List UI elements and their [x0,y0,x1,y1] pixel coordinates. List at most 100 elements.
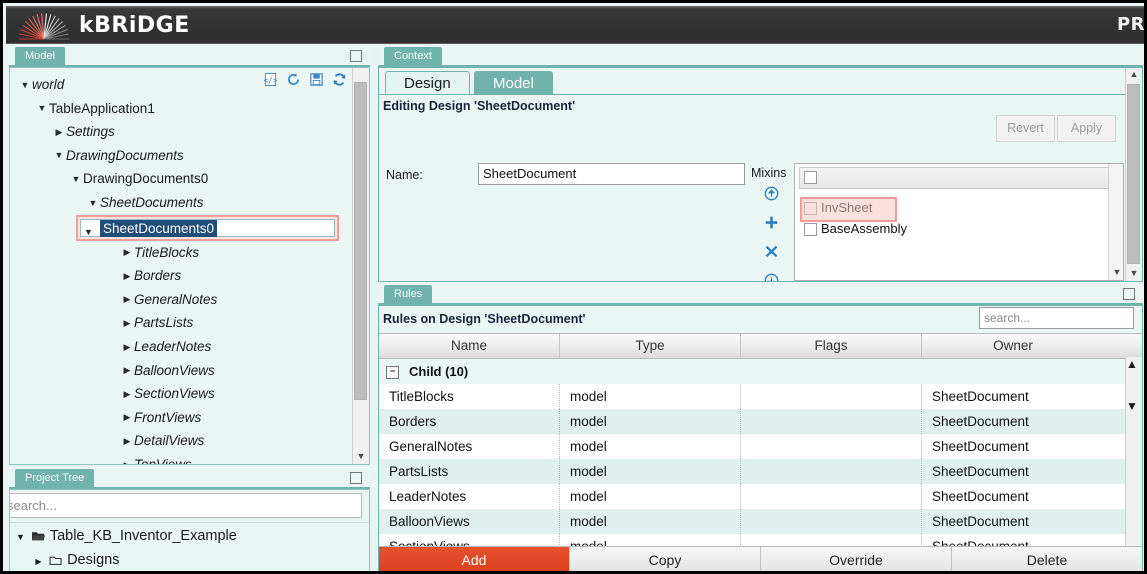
model-tree-scroll-thumb[interactable] [354,82,367,400]
tree-item-settings[interactable]: ▶ Settings [10,120,350,144]
project-maximize-icon[interactable] [350,472,362,484]
name-field-label: Name: [386,168,423,182]
rules-table-scrollbar[interactable]: ▲ ▼ [1125,357,1142,571]
override-button[interactable]: Override [761,547,952,571]
chevron-down-icon[interactable]: ▼ [35,97,49,121]
tree-item-sheetdocuments[interactable]: ▼ SheetDocuments [10,191,350,215]
chevron-down-icon[interactable]: ▼ [86,192,100,216]
mixins-scroll-down-icon[interactable]: ▼ [1109,266,1123,280]
tab-design[interactable]: Design [385,71,470,94]
chevron-down-icon[interactable]: ▼ [18,74,32,98]
context-scroll-thumb[interactable] [1127,84,1140,264]
tab-rules[interactable]: Rules [384,285,433,303]
mixin-checkbox-invsheet[interactable] [804,202,817,216]
context-scroll-up-icon[interactable]: ▲ [1126,68,1142,82]
tree-item-topviews[interactable]: ▶ TopViews [10,453,350,464]
tree-item-frontviews[interactable]: ▶ FrontViews [10,406,350,430]
tab-context[interactable]: Context [384,47,442,65]
project-search-input[interactable]: search... [10,493,362,518]
mixins-header-row[interactable] [799,167,1111,189]
table-row[interactable]: PartsLists model SheetDocument [379,459,1142,484]
rules-panel: Rules Rules on Design 'SheetDocument' se… [378,285,1143,571]
table-row[interactable]: GeneralNotes model SheetDocument [379,434,1142,459]
cell-flags [741,509,922,534]
tree-item-sectionviews[interactable]: ▶ SectionViews [10,382,350,406]
rules-scroll-up-icon[interactable]: ▲ [1126,357,1142,371]
chevron-right-icon[interactable]: ▶ [120,383,134,407]
tree-item-detailviews[interactable]: ▶ DetailViews [10,429,350,453]
tree-item-titleblocks[interactable]: ▶ TitleBlocks [10,241,350,265]
chevron-right-icon[interactable]: ▶ [120,265,134,289]
chevron-right-icon[interactable]: ▶ [120,430,134,454]
rules-column-name[interactable]: Name [379,334,560,358]
chevron-right-icon[interactable]: ▶ [120,359,134,383]
rules-column-flags[interactable]: Flags [741,334,922,358]
app-logo-text: kBRiDGE [79,12,190,38]
project-tree-item-root[interactable]: ▼ Table_KB_Inventor_Example [14,528,237,544]
chevron-right-icon[interactable]: ▶ [120,312,134,336]
revert-button[interactable]: Revert [996,115,1055,142]
apply-button[interactable]: Apply [1057,115,1116,142]
tab-model-context[interactable]: Model [474,71,553,94]
add-button[interactable]: Add [379,547,570,571]
remove-x-icon[interactable] [764,244,779,259]
chevron-right-icon[interactable]: ▶ [120,241,134,265]
mixin-row-invsheet[interactable]: InvSheet [804,200,872,216]
tree-item-borders[interactable]: ▶ Borders [10,264,350,288]
tab-model[interactable]: Model [15,47,65,65]
rules-column-owner[interactable]: Owner [922,334,1104,358]
chevron-right-icon[interactable]: ▶ [120,288,134,312]
tree-item-drawingdocuments0[interactable]: ▼ DrawingDocuments0 [10,167,350,191]
tab-project-tree[interactable]: Project Tree [15,469,95,487]
app-logo[interactable]: kBRiDGE [18,10,190,40]
tree-item-tableapplication1[interactable]: ▼ TableApplication1 [10,97,350,121]
chevron-right-icon[interactable]: ▶ [120,454,134,464]
tree-item-sheetdocuments0[interactable]: ▼ SheetDocuments0 [10,214,350,241]
chevron-down-icon[interactable]: ▼ [14,532,27,542]
rules-maximize-icon[interactable] [1123,288,1135,300]
rules-group-row[interactable]: − Child (10) [379,359,1142,384]
rules-search-input[interactable]: search... [979,307,1134,329]
tree-item-generalnotes[interactable]: ▶ GeneralNotes [10,288,350,312]
save-icon[interactable] [309,72,324,87]
table-row[interactable]: LeaderNotes model SheetDocument [379,484,1142,509]
table-row[interactable]: Borders model SheetDocument [379,409,1142,434]
rules-column-type[interactable]: Type [560,334,741,358]
history-icon[interactable] [286,72,301,87]
chevron-down-icon[interactable]: ▼ [52,144,66,168]
model-tree-scrollbar[interactable]: ▼ [352,68,369,464]
model-maximize-icon[interactable] [350,50,362,62]
model-tree-scroll-down-icon[interactable]: ▼ [353,450,369,464]
mixins-select-all-checkbox[interactable] [804,171,817,184]
tree-item-leadernotes[interactable]: ▶ LeaderNotes [10,335,350,359]
add-plus-icon[interactable] [764,215,779,230]
collapse-group-icon[interactable]: − [386,366,399,380]
project-tree-item-designs[interactable]: ▶ Designs [32,552,119,568]
folder-icon [49,556,62,565]
move-down-circle-icon[interactable] [764,273,779,282]
chevron-right-icon[interactable]: ▶ [120,406,134,430]
tree-item-drawingdocuments[interactable]: ▼ DrawingDocuments [10,144,350,168]
rules-scroll-down-icon[interactable]: ▼ [1126,399,1142,413]
name-input[interactable]: SheetDocument [478,163,745,185]
tree-item-partslists[interactable]: ▶ PartsLists [10,311,350,335]
mixins-scrollbar[interactable]: ▼ [1108,164,1123,280]
context-scroll-down-icon[interactable]: ▼ [1126,267,1142,281]
tree-item-balloonviews[interactable]: ▶ BalloonViews [10,359,350,383]
mixin-row-baseassembly[interactable]: BaseAssembly [804,221,907,237]
code-document-icon[interactable]: </> [263,72,278,87]
move-up-circle-icon[interactable] [764,186,779,201]
copy-button[interactable]: Copy [570,547,761,571]
refresh-icon[interactable] [332,72,347,87]
chevron-right-icon[interactable]: ▶ [52,121,66,145]
delete-button[interactable]: Delete [952,547,1142,571]
rules-scroll-thumb[interactable] [1126,371,1142,399]
mixin-checkbox-baseassembly[interactable] [804,223,817,237]
chevron-right-icon[interactable]: ▶ [120,336,134,360]
table-row[interactable]: BalloonViews model SheetDocument [379,509,1142,534]
table-row[interactable]: TitleBlocks model SheetDocument [379,384,1142,409]
chevron-down-icon[interactable]: ▼ [69,168,83,192]
rules-group-label: Child (10) [409,364,469,379]
chevron-right-icon[interactable]: ▶ [32,557,45,566]
context-scrollbar[interactable]: ▲ ▼ [1125,68,1142,281]
